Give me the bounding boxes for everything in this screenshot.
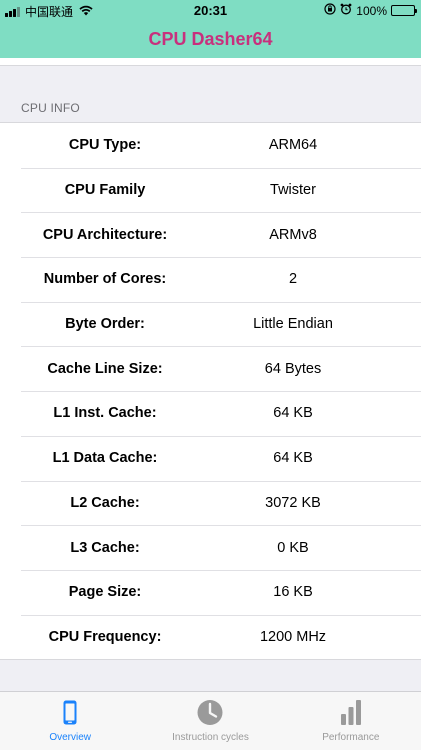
- page-title: CPU Dasher64: [148, 29, 273, 49]
- row-label: Byte Order:: [65, 316, 145, 333]
- row-label: Page Size:: [68, 584, 142, 601]
- row-value: ARM64: [268, 137, 318, 154]
- row-value: 0 KB: [277, 539, 309, 556]
- alarm-icon: [340, 3, 352, 18]
- table-row: L1 Data Cache: 64 KB: [0, 435, 421, 481]
- tab-instruction-cycles[interactable]: Instruction cycles: [140, 692, 280, 750]
- top-separator: [0, 58, 421, 66]
- table-row: CPU Type: ARM64: [0, 123, 421, 168]
- table-row: L2 Cache: 3072 KB: [0, 480, 421, 526]
- tab-label: Performance: [322, 732, 380, 743]
- table-row: Cache Line Size: 64 Bytes: [0, 346, 421, 391]
- row-label: L1 Data Cache:: [52, 450, 158, 467]
- table-row: L1 Inst. Cache: 64 KB: [0, 391, 421, 436]
- phone-icon: [55, 698, 85, 728]
- clock-icon: [195, 698, 225, 728]
- battery-icon: [391, 5, 417, 16]
- row-label: CPU Architecture:: [42, 226, 168, 243]
- cpu-info-table: CPU Type: ARM64 CPU Family Twister CPU A…: [0, 122, 421, 661]
- row-value: Little Endian: [253, 316, 333, 333]
- tab-label: Instruction cycles: [172, 732, 249, 743]
- table-row: Number of Cores: 2: [0, 257, 421, 302]
- table-row: CPU Family Twister: [0, 167, 421, 213]
- row-label: L3 Cache:: [70, 539, 140, 556]
- row-value: 64 KB: [273, 450, 313, 467]
- row-value: 64 Bytes: [264, 360, 322, 377]
- tab-label: Overview: [49, 732, 91, 743]
- orientation-lock-icon: [324, 3, 336, 18]
- row-value: ARMv8: [269, 226, 317, 243]
- battery-percent: 100%: [356, 3, 387, 18]
- status-bar: 中国联通 20:31 100%: [0, 0, 421, 22]
- row-label: Number of Cores:: [43, 271, 167, 288]
- table-row: CPU Frequency: 1200 MHz: [0, 614, 421, 660]
- row-label: CPU Family: [64, 182, 146, 199]
- tab-bar: Overview Instruction cycles Performance: [0, 691, 421, 750]
- row-value: 3072 KB: [265, 494, 321, 511]
- row-value: 1200 MHz: [259, 628, 327, 645]
- bar-chart-icon: [336, 698, 366, 728]
- row-value: Twister: [270, 182, 316, 199]
- row-label: CPU Frequency:: [48, 628, 162, 645]
- screen: 中国联通 20:31 100% CPU Dasher64 CPU INFO CP…: [0, 0, 421, 750]
- row-label: L2 Cache:: [70, 494, 140, 511]
- table-row: Page Size: 16 KB: [0, 569, 421, 615]
- table-row: L3 Cache: 0 KB: [0, 525, 421, 570]
- tab-overview[interactable]: Overview: [0, 692, 140, 750]
- table-row: CPU Architecture: ARMv8: [0, 212, 421, 257]
- nav-bar: CPU Dasher64: [0, 22, 421, 58]
- tab-performance[interactable]: Performance: [281, 692, 421, 750]
- row-value: 2: [288, 271, 298, 288]
- section-header: CPU INFO: [21, 101, 80, 115]
- row-value: 64 KB: [273, 405, 313, 422]
- row-label: Cache Line Size:: [47, 360, 163, 377]
- table-row: Byte Order: Little Endian: [0, 301, 421, 347]
- status-right: 100%: [324, 3, 417, 18]
- row-value: 16 KB: [273, 584, 313, 601]
- row-label: L1 Inst. Cache:: [53, 405, 157, 422]
- row-label: CPU Type:: [68, 137, 142, 154]
